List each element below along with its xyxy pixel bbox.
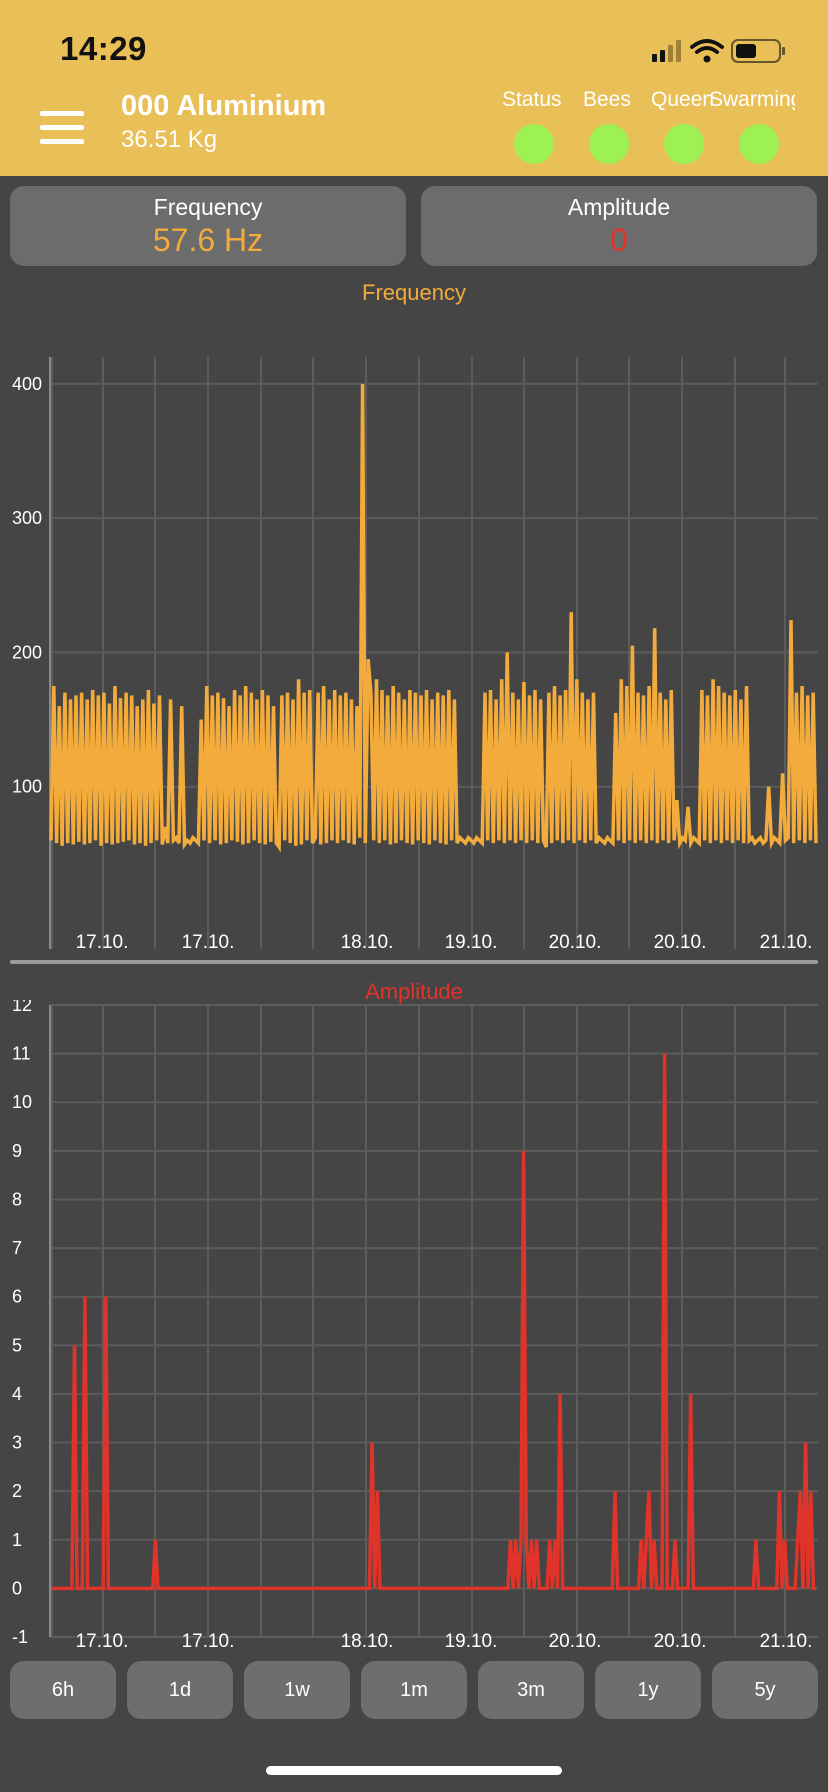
y-tick-label: 4 xyxy=(12,1384,22,1404)
x-tick-label: 21.10. xyxy=(760,1631,813,1652)
x-tick-label: 17.10. xyxy=(76,1631,129,1652)
x-tick-label: 17.10. xyxy=(76,932,129,953)
amplitude-card-value: 0 xyxy=(610,222,628,258)
x-tick-label: 20.10. xyxy=(654,932,707,953)
amplitude-card[interactable]: Amplitude 0 xyxy=(421,186,817,266)
y-tick-label: 11 xyxy=(12,1044,31,1064)
x-tick-label: 19.10. xyxy=(445,932,498,953)
bees-indicator-dot[interactable] xyxy=(589,124,629,164)
y-tick-label: 7 xyxy=(12,1238,22,1258)
x-tick-label: 18.10. xyxy=(341,932,394,953)
indicator-label-swarming: Swarming xyxy=(709,88,795,111)
y-tick-label: 5 xyxy=(12,1335,22,1355)
cellular-signal-icon xyxy=(652,40,681,62)
range-button-1d[interactable]: 1d xyxy=(127,1661,233,1719)
y-tick-label: -1 xyxy=(12,1627,28,1647)
y-tick-label: 1 xyxy=(12,1530,22,1550)
home-indicator[interactable] xyxy=(266,1766,562,1775)
y-tick-label: 3 xyxy=(12,1433,22,1453)
y-tick-label: 8 xyxy=(12,1189,22,1209)
amplitude-chart[interactable]: -1012345678910111217.10. 17.10. 18.10. 19.1… xyxy=(0,1000,828,1655)
frequency-card[interactable]: Frequency 57.6 Hz xyxy=(10,186,406,266)
status-time: 14:29 xyxy=(60,30,147,67)
y-tick-label: 0 xyxy=(12,1578,22,1598)
x-tick-label: 17.10. xyxy=(182,932,235,953)
series-line xyxy=(51,1053,816,1591)
range-button-1m[interactable]: 1m xyxy=(361,1661,467,1719)
y-tick-label: 200 xyxy=(12,642,42,662)
range-button-5y[interactable]: 5y xyxy=(712,1661,818,1719)
x-tick-label: 20.10. xyxy=(549,932,602,953)
range-button-3m[interactable]: 3m xyxy=(478,1661,584,1719)
frequency-card-value: 57.6 Hz xyxy=(152,222,264,258)
y-tick-label: 2 xyxy=(12,1481,22,1501)
frequency-card-label: Frequency xyxy=(153,194,263,220)
y-tick-label: 10 xyxy=(12,1092,32,1112)
x-tick-label: 21.10. xyxy=(760,932,813,953)
range-button-6h[interactable]: 6h xyxy=(10,1661,116,1719)
x-tick-label: 18.10. xyxy=(341,1631,394,1652)
indicator-label-bees: Bees xyxy=(583,88,631,111)
indicator-label-status: Status xyxy=(502,88,562,111)
y-tick-label: 6 xyxy=(12,1287,22,1307)
x-tick-label: 17.10. xyxy=(182,1631,235,1652)
queen-indicator-dot[interactable] xyxy=(664,124,704,164)
status-indicator-dot[interactable] xyxy=(514,124,554,164)
wifi-icon xyxy=(690,39,724,63)
status-bar: 14:29 xyxy=(0,0,828,90)
swarming-indicator-dot[interactable] xyxy=(739,124,779,164)
x-tick-label: 20.10. xyxy=(654,1631,707,1652)
app-header: 14:29 000 Aluminium 36.51 Kg Status Bees… xyxy=(0,0,828,176)
range-button-1y[interactable]: 1y xyxy=(595,1661,701,1719)
indicator-label-queen: Queen xyxy=(651,88,713,111)
range-button-1w[interactable]: 1w xyxy=(244,1661,350,1719)
frequency-chart[interactable]: 100 200 300 400 17.10. 17.10. 18.10. 19.10. 20.1… xyxy=(0,300,828,960)
series-line xyxy=(49,383,818,853)
y-tick-label: 100 xyxy=(12,777,42,797)
y-tick-label: 400 xyxy=(12,374,42,394)
battery-icon xyxy=(731,39,785,63)
hive-name: 000 Aluminium xyxy=(121,90,327,122)
x-tick-label: 19.10. xyxy=(445,1631,498,1652)
hive-weight: 36.51 Kg xyxy=(121,126,218,153)
y-tick-label: 12 xyxy=(12,1000,32,1015)
y-tick-label: 9 xyxy=(12,1141,22,1161)
chart-divider xyxy=(10,960,818,964)
x-tick-label: 20.10. xyxy=(549,1631,602,1652)
y-tick-label: 300 xyxy=(12,508,42,528)
amplitude-card-label: Amplitude xyxy=(567,194,671,220)
menu-icon[interactable] xyxy=(40,110,84,146)
status-icons xyxy=(648,36,798,66)
